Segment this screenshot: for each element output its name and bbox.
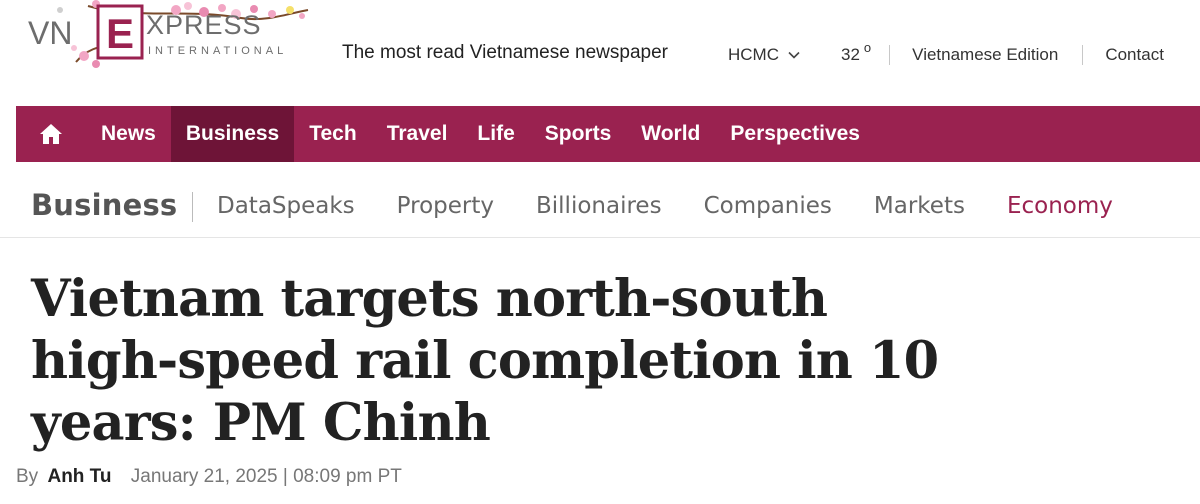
home-button[interactable]: [16, 106, 86, 162]
subnav-item-markets[interactable]: Markets: [874, 193, 965, 219]
logo-text-vn: VN: [28, 15, 72, 51]
logo-text-xpress: XPRESS: [146, 10, 262, 40]
article-headline: Vietnam targets north-south high-speed r…: [31, 269, 939, 453]
logo-mark-e: E: [106, 10, 134, 57]
main-navigation: News Business Tech Travel Life Sports Wo…: [16, 106, 1200, 162]
temperature-unit: o: [863, 40, 872, 55]
divider: [889, 45, 891, 65]
site-logo[interactable]: VN E XPRESS INTERNATIONAL: [26, 0, 326, 74]
section-subnav: Business DataSpeaks Property Billionaire…: [0, 162, 1200, 238]
vietnamese-edition-link[interactable]: Vietnamese Edition: [912, 45, 1058, 65]
nav-item-world[interactable]: World: [626, 106, 715, 162]
nav-item-perspectives[interactable]: Perspectives: [715, 106, 875, 162]
site-header: VN E XPRESS INTERNATIONAL The most read …: [0, 0, 1200, 106]
divider: [192, 192, 193, 222]
chevron-down-icon: [788, 51, 800, 59]
logo-text-international: INTERNATIONAL: [148, 45, 287, 57]
article-byline: By Anh Tu January 21, 2025 | 08:09 pm PT: [16, 466, 402, 488]
byline-prefix: By: [16, 466, 39, 487]
nav-item-business[interactable]: Business: [170, 106, 295, 162]
city-selector[interactable]: HCMC: [728, 45, 801, 65]
subnav-item-economy[interactable]: Economy: [1007, 193, 1113, 219]
subnav-item-companies[interactable]: Companies: [704, 193, 832, 219]
nav-item-news[interactable]: News: [86, 106, 171, 162]
nav-item-tech[interactable]: Tech: [294, 106, 371, 162]
temperature: 32 o: [841, 40, 871, 65]
divider: [1082, 45, 1084, 65]
nav-item-travel[interactable]: Travel: [372, 106, 463, 162]
publish-date: January 21, 2025 | 08:09 pm PT: [130, 466, 402, 487]
author-link[interactable]: Anh Tu: [47, 466, 111, 487]
subnav-item-property[interactable]: Property: [397, 193, 494, 219]
city-label: HCMC: [728, 45, 779, 64]
header-utilities: HCMC 32 o Vietnamese Edition Contact: [728, 40, 1164, 66]
nav-item-life[interactable]: Life: [462, 106, 529, 162]
section-title[interactable]: Business: [31, 188, 177, 222]
site-tagline: The most read Vietnamese newspaper: [342, 42, 668, 63]
temperature-value: 32: [841, 45, 860, 64]
home-icon: [40, 124, 62, 144]
subnav-item-billionaires[interactable]: Billionaires: [536, 193, 662, 219]
subnav-items: DataSpeaks Property Billionaires Compani…: [217, 193, 1155, 219]
contact-link[interactable]: Contact: [1105, 45, 1164, 65]
subnav-item-dataspeaks[interactable]: DataSpeaks: [217, 193, 355, 219]
nav-item-sports[interactable]: Sports: [530, 106, 627, 162]
